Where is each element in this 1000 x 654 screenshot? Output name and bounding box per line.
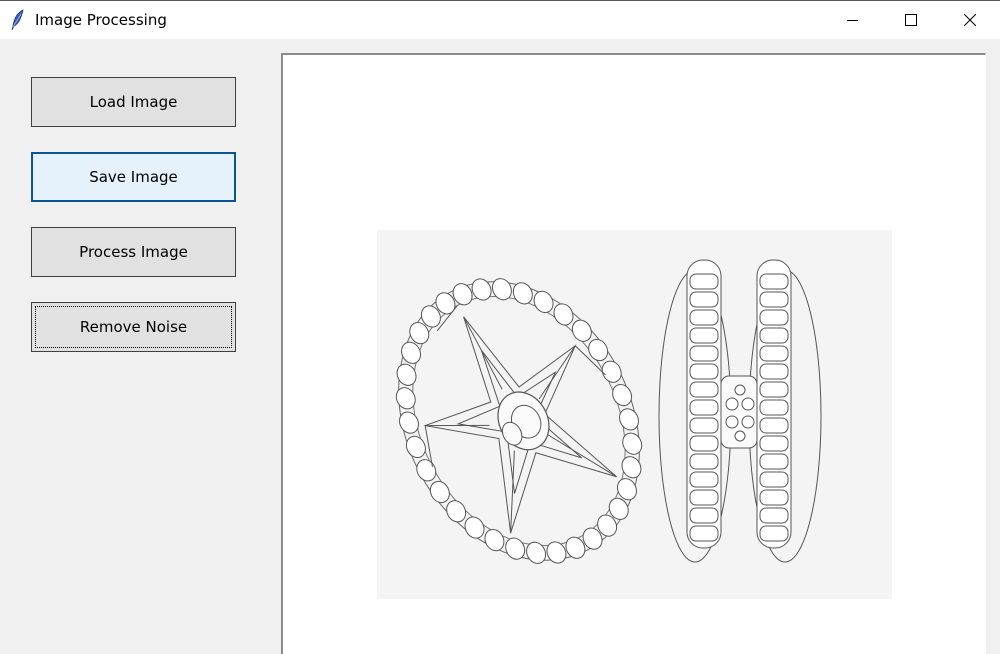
minimize-icon xyxy=(847,11,859,30)
window-title: Image Processing xyxy=(35,11,167,29)
wheel-drawing xyxy=(395,259,822,564)
loaded-image xyxy=(377,230,892,599)
load-image-label: Load Image xyxy=(89,93,178,111)
load-image-button[interactable]: Load Image xyxy=(31,77,236,127)
close-button[interactable] xyxy=(940,1,1000,39)
wheel-front-view xyxy=(395,278,643,564)
remove-noise-button[interactable]: Remove Noise xyxy=(31,302,236,352)
maximize-icon xyxy=(905,11,917,30)
process-image-button[interactable]: Process Image xyxy=(31,227,236,277)
minimize-button[interactable] xyxy=(824,1,882,39)
maximize-button[interactable] xyxy=(882,1,940,39)
save-image-button[interactable]: Save Image xyxy=(31,152,236,202)
title-bar[interactable]: Image Processing xyxy=(0,1,1000,39)
wheel-side-view xyxy=(658,259,822,563)
save-image-label: Save Image xyxy=(89,168,178,186)
focus-ring xyxy=(35,306,232,348)
process-image-label: Process Image xyxy=(79,243,188,261)
close-icon xyxy=(963,11,977,30)
feather-icon xyxy=(11,9,25,31)
image-canvas[interactable] xyxy=(281,53,986,654)
app-window: Image Processing Load Image Save Image P… xyxy=(0,0,1000,654)
